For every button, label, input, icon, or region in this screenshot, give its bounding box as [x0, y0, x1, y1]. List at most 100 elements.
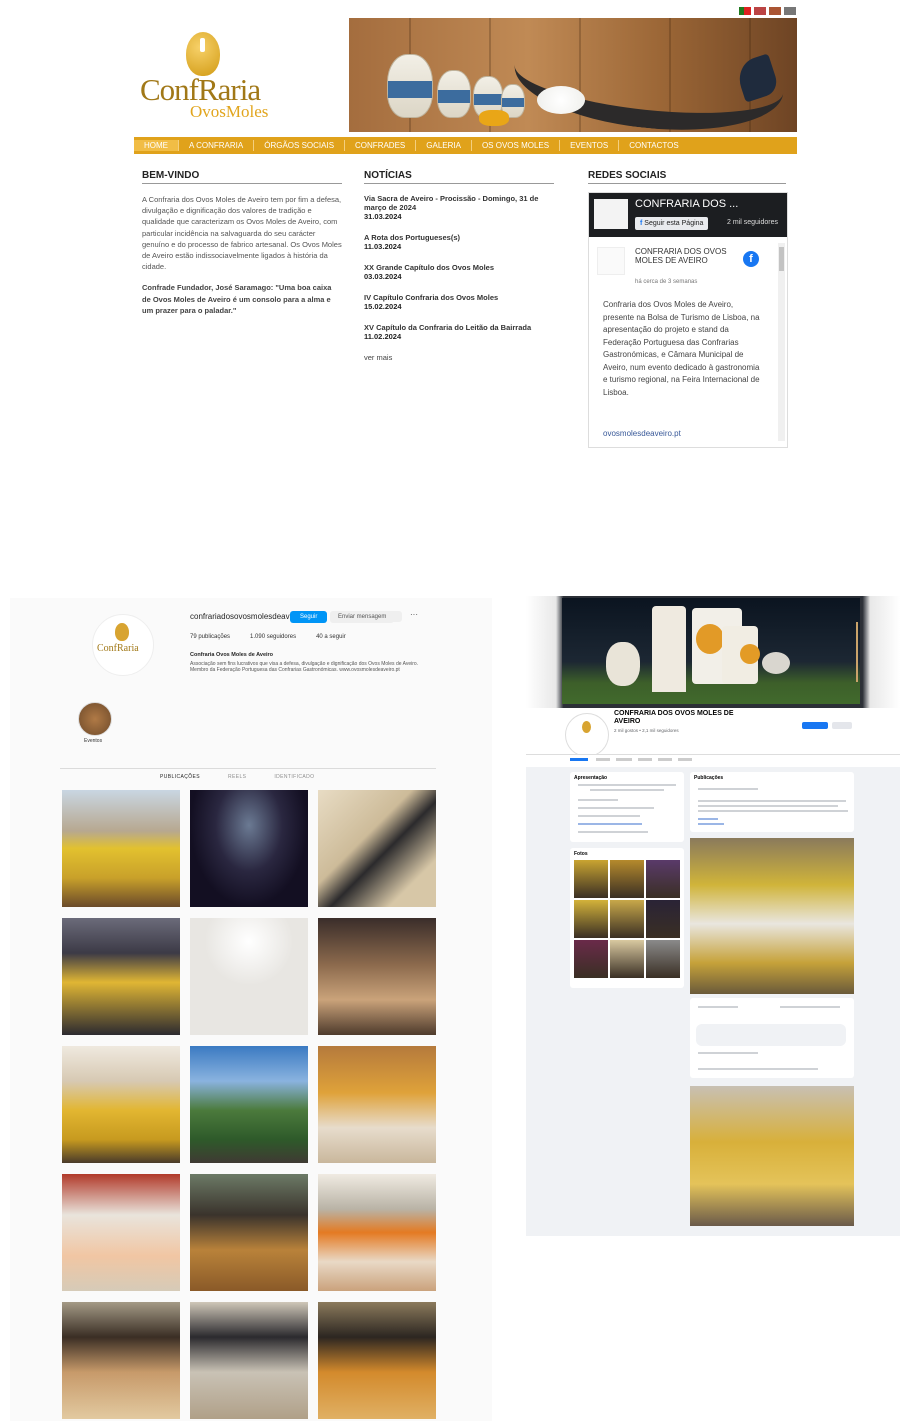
instagram-post-thumbnail[interactable]: [318, 1302, 436, 1419]
like-page-button[interactable]: [802, 722, 828, 729]
bio-text: Associação sem fins lucrativos que visa …: [190, 661, 419, 674]
profile-username: confrariadosovosmolesdeaveiro: [190, 612, 303, 621]
photo-grid: [62, 790, 438, 1419]
tab-posts[interactable]: [570, 758, 588, 761]
news-item[interactable]: XV Capítulo da Confraria do Leitão da Ba…: [364, 323, 554, 341]
news-item[interactable]: XX Grande Capítulo dos Ovos Moles 03.03.2…: [364, 263, 554, 281]
following-count[interactable]: 40 a seguir: [316, 634, 346, 640]
news-title[interactable]: A Rota dos Portugueses(s): [364, 233, 554, 242]
nav-confrades[interactable]: CONFRADES: [345, 140, 417, 151]
page-tabs: [526, 754, 900, 767]
welcome-text: A Confraria dos Ovos Moles de Aveiro tem…: [142, 195, 342, 272]
followers-count[interactable]: 1.090 seguidores: [250, 634, 296, 640]
page-avatar[interactable]: [594, 199, 628, 229]
tab-reviews[interactable]: [638, 758, 652, 761]
profile-tabs: PUBLICAÇÕES REELS IDENTIFICADO: [160, 774, 314, 780]
instagram-post-thumbnail[interactable]: [190, 1046, 308, 1163]
logo-text-sub: OvosMoles: [190, 102, 269, 121]
message-button[interactable]: Enviar mensagem: [330, 611, 395, 623]
facebook-photo-thumbnail[interactable]: [610, 900, 644, 938]
news-title[interactable]: XV Capítulo da Confraria do Leitão da Ba…: [364, 323, 554, 332]
welcome-quote: Confrade Fundador, José Saramago: "Uma b…: [142, 283, 332, 315]
bio-name: Confraria Ovos Moles de Aveiro: [190, 652, 274, 658]
news-column: NOTÍCIAS Via Sacra de Aveiro - Procissão…: [364, 170, 554, 362]
tab-posts[interactable]: PUBLICAÇÕES: [160, 774, 200, 780]
post-text: Confraria dos Ovos Moles de Aveiro, pres…: [603, 300, 760, 397]
post-link[interactable]: ovosmolesdeaveiro.pt: [603, 429, 681, 438]
flag-pt-icon[interactable]: [739, 7, 751, 15]
tab-mentions[interactable]: [616, 758, 632, 761]
instagram-post-thumbnail[interactable]: [62, 1302, 180, 1419]
suggested-dropdown-button[interactable]: [388, 611, 402, 622]
facebook-photo-thumbnail[interactable]: [610, 940, 644, 978]
facebook-photo-thumbnail[interactable]: [574, 900, 608, 938]
news-date: 31.03.2024: [364, 212, 402, 221]
facebook-photo-thumbnail[interactable]: [646, 900, 680, 938]
tab-tagged[interactable]: IDENTIFICADO: [274, 774, 314, 780]
instagram-post-thumbnail[interactable]: [318, 918, 436, 1035]
main-navigation: HOME A CONFRARIA ÓRGÃOS SOCIAIS CONFRADE…: [134, 137, 797, 154]
news-item[interactable]: Via Sacra de Aveiro - Procissão - Doming…: [364, 194, 554, 221]
news-title[interactable]: Via Sacra de Aveiro - Procissão - Doming…: [364, 194, 554, 212]
instagram-post-thumbnail[interactable]: [190, 1174, 308, 1291]
profile-stats: 79 publicações 1.090 seguidores 40 a seg…: [190, 634, 346, 640]
nav-home[interactable]: HOME: [134, 140, 179, 151]
egg-logo-icon: [115, 623, 129, 641]
news-item[interactable]: IV Capítulo Confraria dos Ovos Moles 15.0…: [364, 293, 554, 311]
follow-button[interactable]: Seguir: [290, 611, 328, 623]
egg-logo-icon: [186, 32, 220, 76]
news-title[interactable]: IV Capítulo Confraria dos Ovos Moles: [364, 293, 554, 302]
news-item[interactable]: A Rota dos Portugueses(s) 11.03.2024: [364, 233, 554, 251]
facebook-post-photo[interactable]: [690, 1086, 854, 1226]
follow-page-button[interactable]: f Seguir esta Página: [635, 217, 709, 230]
facebook-photo-thumbnail[interactable]: [574, 940, 608, 978]
widget-scrollbar[interactable]: [778, 243, 785, 441]
nav-confraria[interactable]: A CONFRARIA: [179, 140, 255, 151]
post-avatar[interactable]: [597, 247, 625, 275]
nav-contactos[interactable]: CONTACTOS: [619, 140, 688, 151]
site-logo[interactable]: ConfRaria OvosMoles: [138, 28, 338, 128]
facebook-page-name[interactable]: CONFRARIA DOS ...: [635, 198, 738, 210]
tab-followers[interactable]: [658, 758, 672, 761]
story-highlight[interactable]: [78, 702, 112, 736]
posts-count: 79 publicações: [190, 634, 231, 640]
tab-reels[interactable]: REELS: [228, 774, 246, 780]
facebook-photo-thumbnail[interactable]: [574, 860, 608, 898]
news-title[interactable]: XX Grande Capítulo dos Ovos Moles: [364, 263, 554, 272]
instagram-post-thumbnail[interactable]: [318, 790, 436, 907]
nav-ovos-moles[interactable]: OS OVOS MOLES: [472, 140, 561, 151]
flag-en-icon[interactable]: [754, 7, 766, 15]
instagram-post-thumbnail[interactable]: [190, 918, 308, 1035]
instagram-post-thumbnail[interactable]: [62, 790, 180, 907]
social-heading: REDES SOCIAIS: [588, 170, 786, 184]
instagram-post-thumbnail[interactable]: [190, 1302, 308, 1419]
more-options-icon[interactable]: ···: [410, 610, 418, 619]
facebook-widget: CONFRARIA DOS ... f Seguir esta Página 2…: [588, 192, 788, 448]
post-time: há cerca de 3 semanas: [635, 279, 698, 285]
instagram-post-thumbnail[interactable]: [318, 1046, 436, 1163]
nav-orgaos-sociais[interactable]: ÓRGÃOS SOCIAIS: [254, 140, 346, 151]
nav-eventos[interactable]: EVENTOS: [560, 140, 620, 151]
cover-photo[interactable]: [526, 596, 900, 708]
message-page-button[interactable]: [832, 722, 852, 729]
facebook-photo-thumbnail[interactable]: [646, 860, 680, 898]
post-page-name[interactable]: CONFRARIA DOS OVOS MOLES DE AVEIRO: [635, 247, 735, 265]
flag-es-icon[interactable]: [769, 7, 781, 15]
profile-avatar[interactable]: ConfRaria: [92, 614, 154, 676]
instagram-post-thumbnail[interactable]: [190, 790, 308, 907]
page-profile-picture[interactable]: [566, 714, 608, 756]
facebook-logo-icon: f: [743, 251, 759, 267]
flag-fr-icon[interactable]: [784, 7, 796, 15]
instagram-post-thumbnail[interactable]: [62, 1046, 180, 1163]
news-more-link[interactable]: ver mais: [364, 353, 554, 362]
facebook-photo-thumbnail[interactable]: [610, 860, 644, 898]
instagram-post-thumbnail[interactable]: [62, 918, 180, 1035]
instagram-post-thumbnail[interactable]: [318, 1174, 436, 1291]
tab-photos[interactable]: [678, 758, 692, 761]
facebook-photo-thumbnail[interactable]: [646, 940, 680, 978]
facebook-post-photo[interactable]: [690, 838, 854, 994]
language-flags[interactable]: [739, 7, 796, 15]
instagram-post-thumbnail[interactable]: [62, 1174, 180, 1291]
nav-galeria[interactable]: GALERIA: [416, 140, 472, 151]
tab-about[interactable]: [596, 758, 610, 761]
